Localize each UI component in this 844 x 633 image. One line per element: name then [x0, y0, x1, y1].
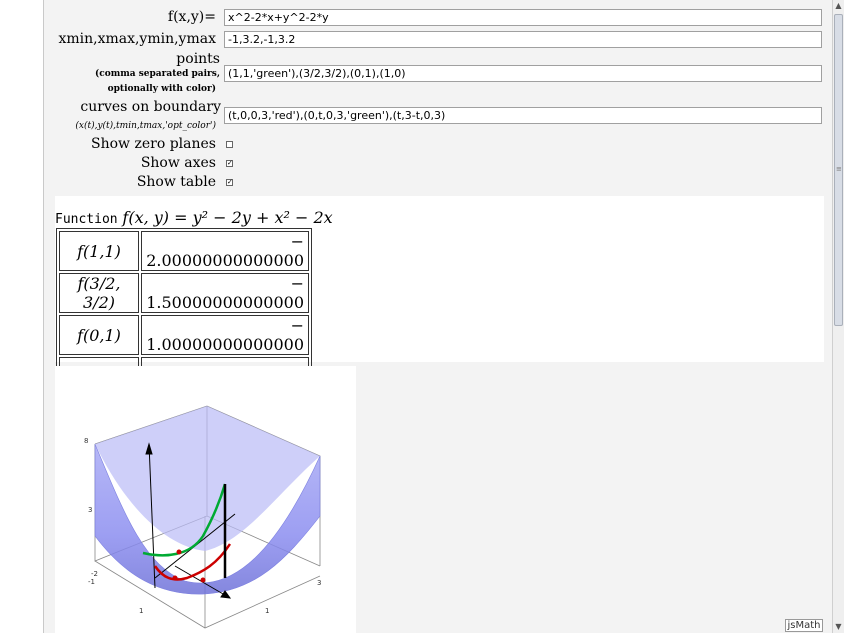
fxy-label: f(x,y)=	[167, 9, 216, 25]
function-expression: f(x, y) = y² − 2y + x² − 2x	[122, 208, 333, 227]
points-label: points	[176, 51, 220, 67]
table-arg: f(3/2, 3/2)	[59, 273, 139, 313]
points-hint-line2: optionally with color)	[107, 84, 216, 94]
show-table-label: Show table	[136, 174, 216, 190]
point-marker	[176, 549, 182, 555]
z-tick-label: 3	[88, 506, 92, 514]
surface-plot[interactable]: 8 3 -2 -1 1 1 3	[55, 366, 356, 633]
table-value: − 1.00000000000000	[141, 315, 309, 355]
zero-planes-label: Show zero planes	[91, 136, 216, 152]
x-tick-label: -1	[88, 578, 95, 586]
curves-input[interactable]: (t,0,0,3,'red'),(0,t,0,3,'green'),(t,3-t…	[224, 107, 822, 124]
scroll-up-arrow-icon[interactable]: ▲	[833, 0, 844, 12]
output-table-panel: Function f(x, y) = y² − 2y + x² − 2x f(1…	[55, 196, 824, 400]
zero-planes-checkbox[interactable]	[226, 141, 233, 148]
show-table-checkbox[interactable]: ✓	[226, 179, 233, 186]
fxy-input[interactable]: x^2-2*x+y^2-2*y	[224, 9, 822, 26]
left-margin	[0, 0, 43, 633]
vertical-scrollbar[interactable]: ▲ ≡ ▼	[832, 0, 844, 633]
table-row: f(0,1) − 1.00000000000000	[59, 315, 309, 355]
curves-label: curves on boundary	[80, 99, 221, 115]
surface-plot-panel: 8 3 -2 -1 1 1 3	[55, 366, 356, 633]
range-input[interactable]: -1,3.2,-1,3.2	[224, 31, 822, 48]
scroll-grip-icon: ≡	[836, 165, 842, 173]
scroll-thumb[interactable]: ≡	[834, 14, 843, 326]
scroll-down-arrow-icon[interactable]: ▼	[833, 621, 844, 633]
table-row: f(1,1) − 2.00000000000000	[59, 231, 309, 271]
point-marker	[172, 575, 178, 581]
function-word: Function	[55, 212, 118, 227]
function-heading: Function f(x, y) = y² − 2y + x² − 2x	[55, 208, 333, 227]
jsmath-button[interactable]: jsMath	[785, 619, 823, 632]
table-value: − 1.50000000000000	[141, 273, 309, 313]
table-arg: f(1,1)	[59, 231, 139, 271]
points-input[interactable]: (1,1,'green'),(3/2,3/2),(0,1),(1,0)	[224, 65, 822, 82]
z-tick-label: -2	[91, 570, 98, 578]
y-tick-label: 3	[317, 579, 321, 587]
x-tick-label: 1	[139, 607, 143, 615]
table-value: − 2.00000000000000	[141, 231, 309, 271]
table-row: f(3/2, 3/2) − 1.50000000000000	[59, 273, 309, 313]
table-arg: f(0,1)	[59, 315, 139, 355]
point-marker	[200, 577, 206, 583]
show-axes-checkbox[interactable]: ✓	[226, 160, 233, 167]
points-hint-line1: (comma separated pairs,	[94, 69, 220, 79]
show-axes-label: Show axes	[140, 155, 216, 171]
curves-hint: (x(t),y(t),tmin,tmax,'opt_color')	[75, 121, 216, 131]
y-tick-label: 1	[265, 607, 269, 615]
z-tick-label: 8	[84, 437, 88, 445]
range-label: xmin,xmax,ymin,ymax	[58, 31, 216, 47]
